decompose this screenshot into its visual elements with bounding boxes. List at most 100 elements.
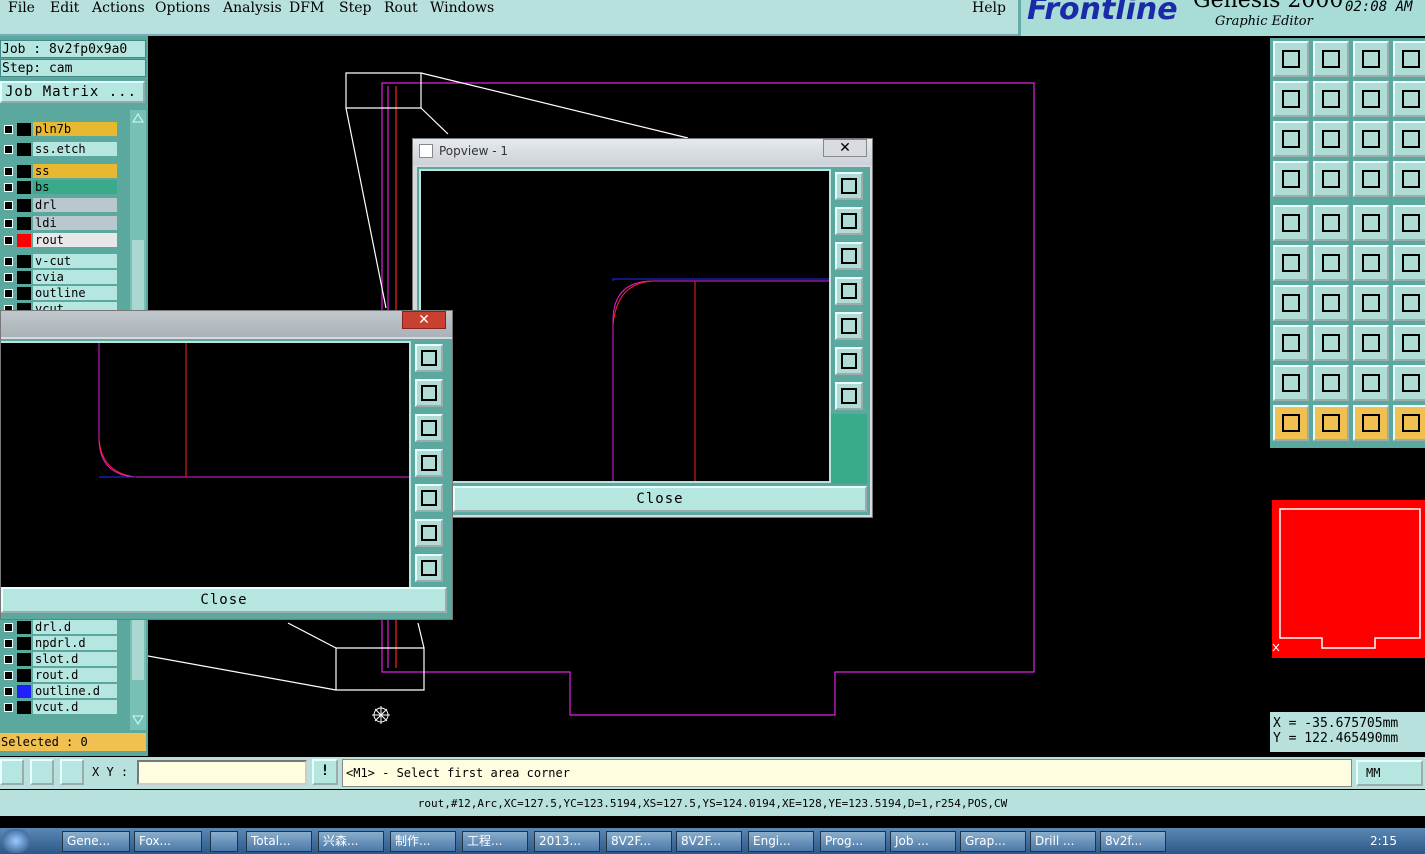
popview-2-canvas[interactable] bbox=[1, 341, 411, 593]
layer-row-rout[interactable]: rout bbox=[0, 233, 118, 248]
move-up-icon[interactable] bbox=[1273, 41, 1309, 77]
menu-windows[interactable]: Windows bbox=[430, 0, 494, 16]
close-icon[interactable]: ✕ bbox=[402, 311, 446, 329]
zoom-in-icon[interactable] bbox=[415, 519, 443, 547]
pad-icon[interactable] bbox=[1393, 205, 1425, 241]
move-right-icon[interactable] bbox=[1313, 81, 1349, 117]
layer-color-swatch[interactable] bbox=[17, 701, 31, 714]
layer-row-ldi[interactable]: ldi bbox=[0, 216, 118, 231]
zoom-1to1-icon[interactable] bbox=[1353, 121, 1389, 157]
layer-color-swatch[interactable] bbox=[17, 255, 31, 268]
peak-icon[interactable] bbox=[1353, 365, 1389, 401]
taskbar-item[interactable]: Total... bbox=[246, 831, 312, 852]
layer-color-swatch[interactable] bbox=[17, 669, 31, 682]
pan-up-icon[interactable] bbox=[415, 379, 443, 407]
zoom-fit-icon[interactable] bbox=[1273, 121, 1309, 157]
layer-color-swatch[interactable] bbox=[17, 234, 31, 247]
add-pad-icon[interactable] bbox=[1273, 325, 1309, 361]
close-icon[interactable]: ✕ bbox=[823, 139, 867, 157]
taskbar-item[interactable] bbox=[210, 831, 238, 852]
layer-checkbox[interactable] bbox=[4, 236, 13, 245]
layer-checkbox[interactable] bbox=[4, 167, 13, 176]
zoom-window-icon[interactable] bbox=[415, 344, 443, 372]
pan-down-icon[interactable] bbox=[415, 414, 443, 442]
layer-color-swatch[interactable] bbox=[17, 621, 31, 634]
select-feature-icon[interactable] bbox=[1273, 205, 1309, 241]
alert-icon[interactable]: ! bbox=[312, 759, 338, 785]
layer-row-slot-d[interactable]: slot.d bbox=[0, 652, 118, 667]
layer-color-swatch[interactable] bbox=[17, 287, 31, 300]
layer-color-swatch[interactable] bbox=[17, 123, 31, 136]
layer-checkbox[interactable] bbox=[4, 145, 13, 154]
layer-name[interactable]: rout bbox=[33, 233, 117, 247]
pan-down-icon[interactable] bbox=[835, 242, 863, 270]
layer-row-vcut-d[interactable]: vcut.d bbox=[0, 700, 118, 715]
arc-icon[interactable] bbox=[1353, 285, 1389, 321]
layer-name[interactable]: outline bbox=[33, 286, 117, 300]
menu-dfm[interactable]: DFM bbox=[289, 0, 324, 16]
help-icon[interactable] bbox=[1393, 121, 1425, 157]
layer-name[interactable]: pln7b bbox=[33, 122, 117, 136]
layer-color-swatch[interactable] bbox=[17, 685, 31, 698]
pointer-box-icon[interactable] bbox=[1313, 405, 1349, 441]
popview-2-titlebar[interactable] bbox=[1, 311, 452, 337]
layer-color-swatch[interactable] bbox=[17, 637, 31, 650]
layer-name[interactable]: rout.d bbox=[33, 668, 117, 682]
popview-1-canvas[interactable] bbox=[419, 169, 831, 483]
split-icon[interactable] bbox=[1393, 285, 1425, 321]
layer-color-swatch[interactable] bbox=[17, 143, 31, 156]
layer-checkbox[interactable] bbox=[4, 201, 13, 210]
layer-row-cvia[interactable]: cvia bbox=[0, 270, 118, 285]
window-icon[interactable] bbox=[1393, 41, 1425, 77]
taskbar-item[interactable]: Gene... bbox=[62, 831, 130, 852]
move-down-icon[interactable] bbox=[1313, 41, 1349, 77]
layer-row-ss-etch[interactable]: ss.etch bbox=[0, 142, 118, 157]
zoom-center-icon[interactable] bbox=[1313, 121, 1349, 157]
grid-icon[interactable] bbox=[60, 759, 84, 785]
minus-icon[interactable] bbox=[1313, 325, 1349, 361]
units-selector[interactable]: MM bbox=[1356, 760, 1423, 786]
popview-1-titlebar[interactable]: Popview - 1 bbox=[413, 139, 872, 165]
layer-checkbox[interactable] bbox=[4, 639, 13, 648]
layer-name[interactable]: vcut.d bbox=[33, 700, 117, 714]
resize-icon[interactable] bbox=[1353, 325, 1389, 361]
layer-name[interactable]: drl bbox=[33, 198, 117, 212]
snap-icon[interactable] bbox=[1353, 161, 1389, 197]
pan-left-icon[interactable] bbox=[835, 277, 863, 305]
taskbar-item[interactable]: Job ... bbox=[890, 831, 956, 852]
move-left-icon[interactable] bbox=[1273, 81, 1309, 117]
zoom-area-icon[interactable] bbox=[0, 759, 24, 785]
layer-name[interactable]: ldi bbox=[33, 216, 117, 230]
taskbar-item[interactable]: Prog... bbox=[820, 831, 886, 852]
layer-name[interactable]: npdrl.d bbox=[33, 636, 117, 650]
connect-icon[interactable] bbox=[1273, 245, 1309, 281]
menu-file[interactable]: File bbox=[8, 0, 35, 16]
taskbar-item[interactable]: 8V2F... bbox=[606, 831, 672, 852]
layer-name[interactable]: ss.etch bbox=[33, 142, 117, 156]
start-button[interactable] bbox=[2, 829, 30, 853]
taskbar-item[interactable]: 工程... bbox=[462, 831, 528, 852]
pan-right-icon[interactable] bbox=[835, 312, 863, 340]
layer-checkbox[interactable] bbox=[4, 183, 13, 192]
layer-color-swatch[interactable] bbox=[17, 217, 31, 230]
pointer-route-icon[interactable] bbox=[1393, 405, 1425, 441]
menu-actions[interactable]: Actions bbox=[92, 0, 145, 16]
pan-right-icon[interactable] bbox=[415, 484, 443, 512]
redo-icon[interactable] bbox=[1393, 81, 1425, 117]
layer-row-outline-d[interactable]: outline.d bbox=[0, 684, 118, 699]
layer-name[interactable]: v-cut bbox=[33, 254, 117, 268]
layer-checkbox[interactable] bbox=[4, 623, 13, 632]
layer-checkbox[interactable] bbox=[4, 273, 13, 282]
layer-checkbox[interactable] bbox=[4, 125, 13, 134]
layer-name[interactable]: slot.d bbox=[33, 652, 117, 666]
layer-checkbox[interactable] bbox=[4, 289, 13, 298]
snap2-icon[interactable] bbox=[1393, 161, 1425, 197]
layer-checkbox[interactable] bbox=[4, 655, 13, 664]
zoom-in-icon[interactable] bbox=[835, 347, 863, 375]
taskbar-item[interactable]: 制作... bbox=[390, 831, 456, 852]
taskbar-item[interactable]: Drill ... bbox=[1030, 831, 1096, 852]
pan-left-icon[interactable] bbox=[415, 449, 443, 477]
probe-icon[interactable] bbox=[1313, 161, 1349, 197]
taskbar-item[interactable]: 8V2F... bbox=[676, 831, 742, 852]
delete-icon[interactable] bbox=[1313, 245, 1349, 281]
